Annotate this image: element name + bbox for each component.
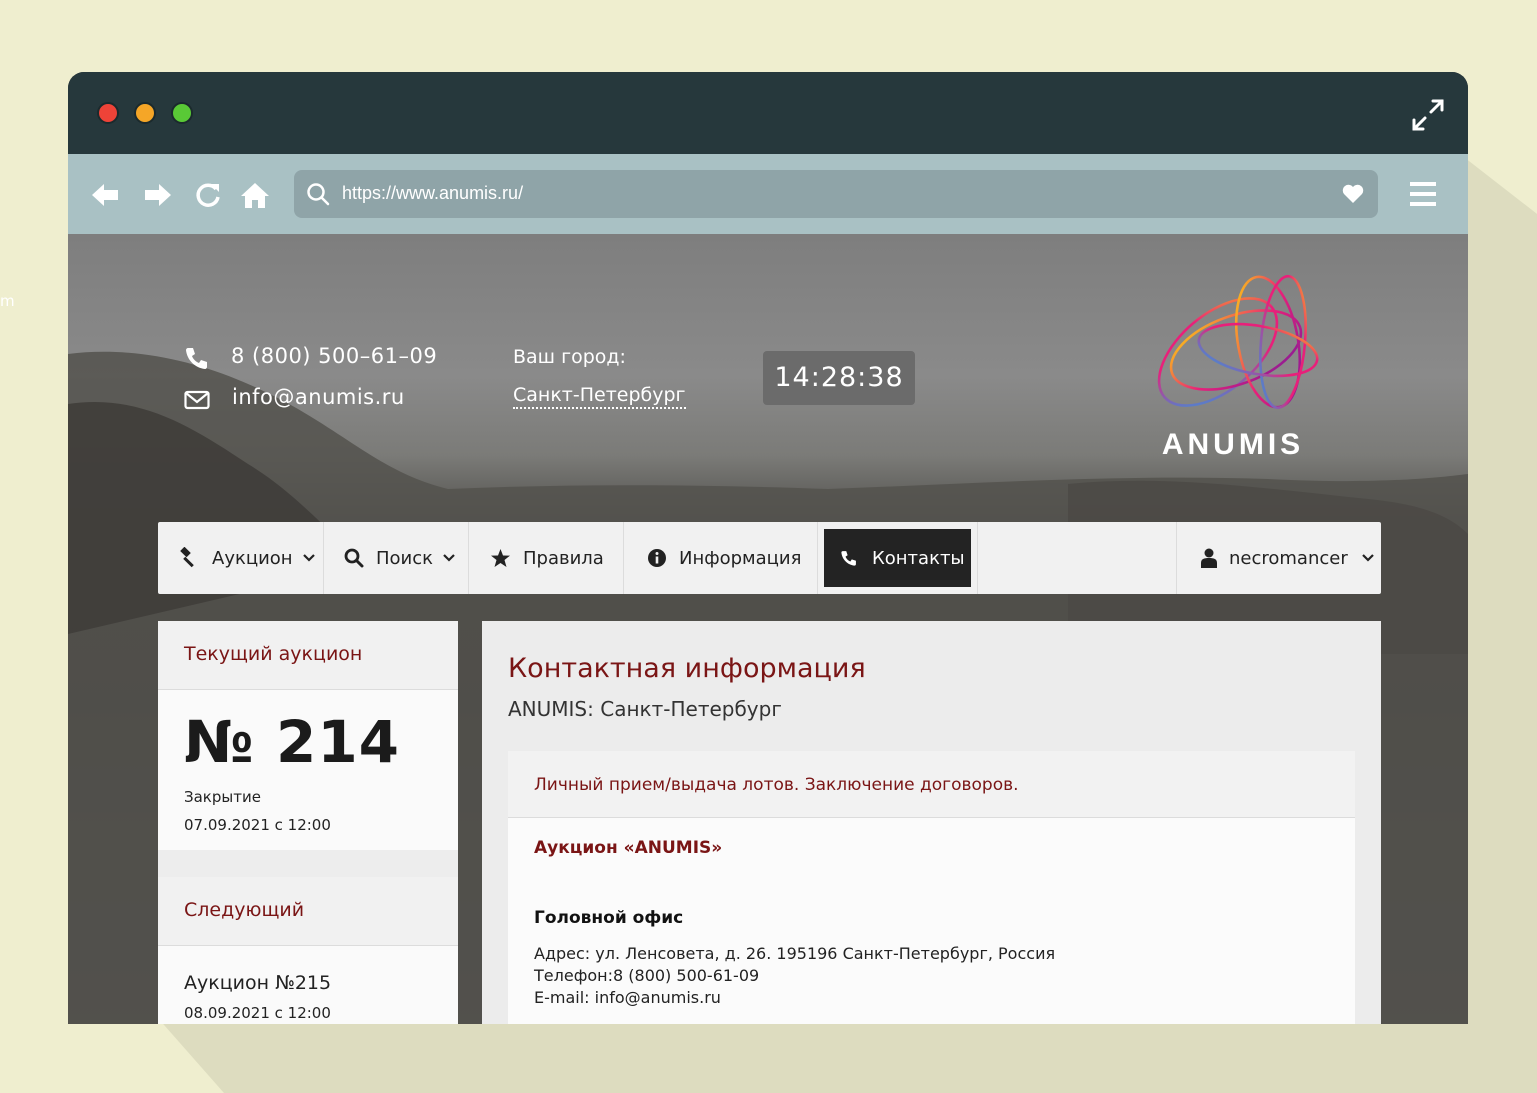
page-subtitle: ANUMIS: Санкт-Петербург (508, 697, 782, 721)
organization-name: Аукцион «ANUMIS» (534, 838, 723, 858)
search-icon (307, 183, 330, 206)
header-email[interactable]: info@anumis.ru (232, 385, 405, 409)
home-icon[interactable] (240, 180, 270, 210)
main-content: Контактная информация ANUMIS: Санкт-Пете… (482, 621, 1381, 1024)
city-selector-link[interactable]: Санкт-Петербург (513, 384, 686, 409)
heart-icon[interactable] (1342, 184, 1364, 204)
nav-item-search[interactable]: Поиск (324, 522, 469, 594)
browser-window: https://www.anumis.ru/ 8 (800) 500–61–09… (68, 72, 1468, 1024)
next-auction-title: Аукцион №215 (184, 972, 332, 994)
title-bar (68, 72, 1468, 154)
user-icon (1201, 548, 1217, 568)
current-auction-header: Текущий аукцион (158, 621, 458, 690)
gavel-icon (180, 547, 194, 568)
nav-item-rules[interactable]: Правила (469, 522, 624, 594)
maximize-window-button[interactable] (171, 102, 193, 124)
nav-label-contacts: Контакты (872, 547, 965, 569)
current-auction-heading: Текущий аукцион (184, 643, 363, 665)
url-text: https://www.anumis.ru/ (342, 183, 524, 203)
minimize-window-button[interactable] (134, 102, 156, 124)
user-menu[interactable]: necromancer (1176, 522, 1381, 594)
header-phone[interactable]: 8 (800) 500–61–09 (231, 344, 437, 368)
forward-arrow-icon[interactable] (143, 180, 173, 210)
next-auction-heading: Следующий (184, 899, 305, 921)
phone-icon (841, 551, 856, 566)
username: necromancer (1229, 547, 1348, 569)
chevron-down-icon (1361, 554, 1374, 562)
current-auction-card[interactable]: № 214 Закрытие 07.09.2021 с 12:00 (158, 690, 458, 850)
menu-icon[interactable] (1410, 180, 1436, 208)
nav-item-auction[interactable]: Аукцион (158, 522, 324, 594)
office-email[interactable]: E-mail: info@anumis.ru (534, 988, 721, 1007)
reload-icon[interactable] (193, 180, 223, 210)
logo-text: ANUMIS (1162, 428, 1304, 461)
contact-card-body: Аукцион «ANUMIS» Головной офис Адрес: ул… (508, 818, 1355, 1024)
next-auction-card[interactable]: Аукцион №215 08.09.2021 с 12:00 (158, 946, 458, 1024)
next-auction-header: Следующий (158, 877, 458, 946)
nav-item-info[interactable]: Информация (624, 522, 818, 594)
anumis-logo[interactable]: ANUMIS (1118, 272, 1348, 472)
office-address: Адрес: ул. Ленсовета, д. 26. 195196 Санк… (534, 944, 1056, 963)
closing-label: Закрытие (184, 788, 261, 806)
edge-text-fragment: m (0, 292, 15, 310)
info-icon (648, 549, 666, 567)
phone-icon (186, 348, 207, 369)
current-auction-number: № 214 (184, 708, 401, 776)
clock: 14:28:38 (763, 351, 915, 405)
contact-card-heading: Личный прием/выдача лотов. Заключение до… (534, 775, 1019, 795)
back-arrow-icon[interactable] (90, 180, 120, 210)
browser-toolbar: https://www.anumis.ru/ (68, 154, 1468, 234)
office-heading: Головной офис (534, 908, 684, 928)
page-title: Контактная информация (508, 653, 866, 684)
nav-label-search: Поиск (376, 547, 434, 569)
expand-icon[interactable] (1411, 98, 1445, 132)
nav-item-contacts[interactable]: Контакты (824, 529, 971, 587)
office-phone[interactable]: Телефон:8 (800) 500-61-09 (534, 966, 759, 985)
closing-date: 07.09.2021 с 12:00 (184, 816, 331, 834)
contact-card-header: Личный прием/выдача лотов. Заключение до… (508, 751, 1355, 818)
nav-label-info: Информация (679, 547, 802, 569)
search-icon (344, 548, 364, 568)
nav-label-rules: Правила (523, 547, 604, 569)
address-bar[interactable]: https://www.anumis.ru/ (294, 170, 1378, 218)
main-navigation: Аукцион Поиск Правила Информация Контакт… (158, 522, 1381, 594)
star-icon (491, 549, 510, 567)
chevron-down-icon (443, 554, 455, 562)
city-label: Ваш город: (513, 346, 626, 368)
close-window-button[interactable] (97, 102, 119, 124)
sidebar: Текущий аукцион № 214 Закрытие 07.09.202… (158, 621, 458, 1024)
mail-icon (184, 390, 210, 410)
website-viewport: 8 (800) 500–61–09 info@anumis.ru Ваш гор… (68, 234, 1468, 1024)
nav-label-auction: Аукцион (212, 547, 293, 569)
next-auction-date: 08.09.2021 с 12:00 (184, 1004, 331, 1022)
chevron-down-icon (302, 554, 315, 562)
